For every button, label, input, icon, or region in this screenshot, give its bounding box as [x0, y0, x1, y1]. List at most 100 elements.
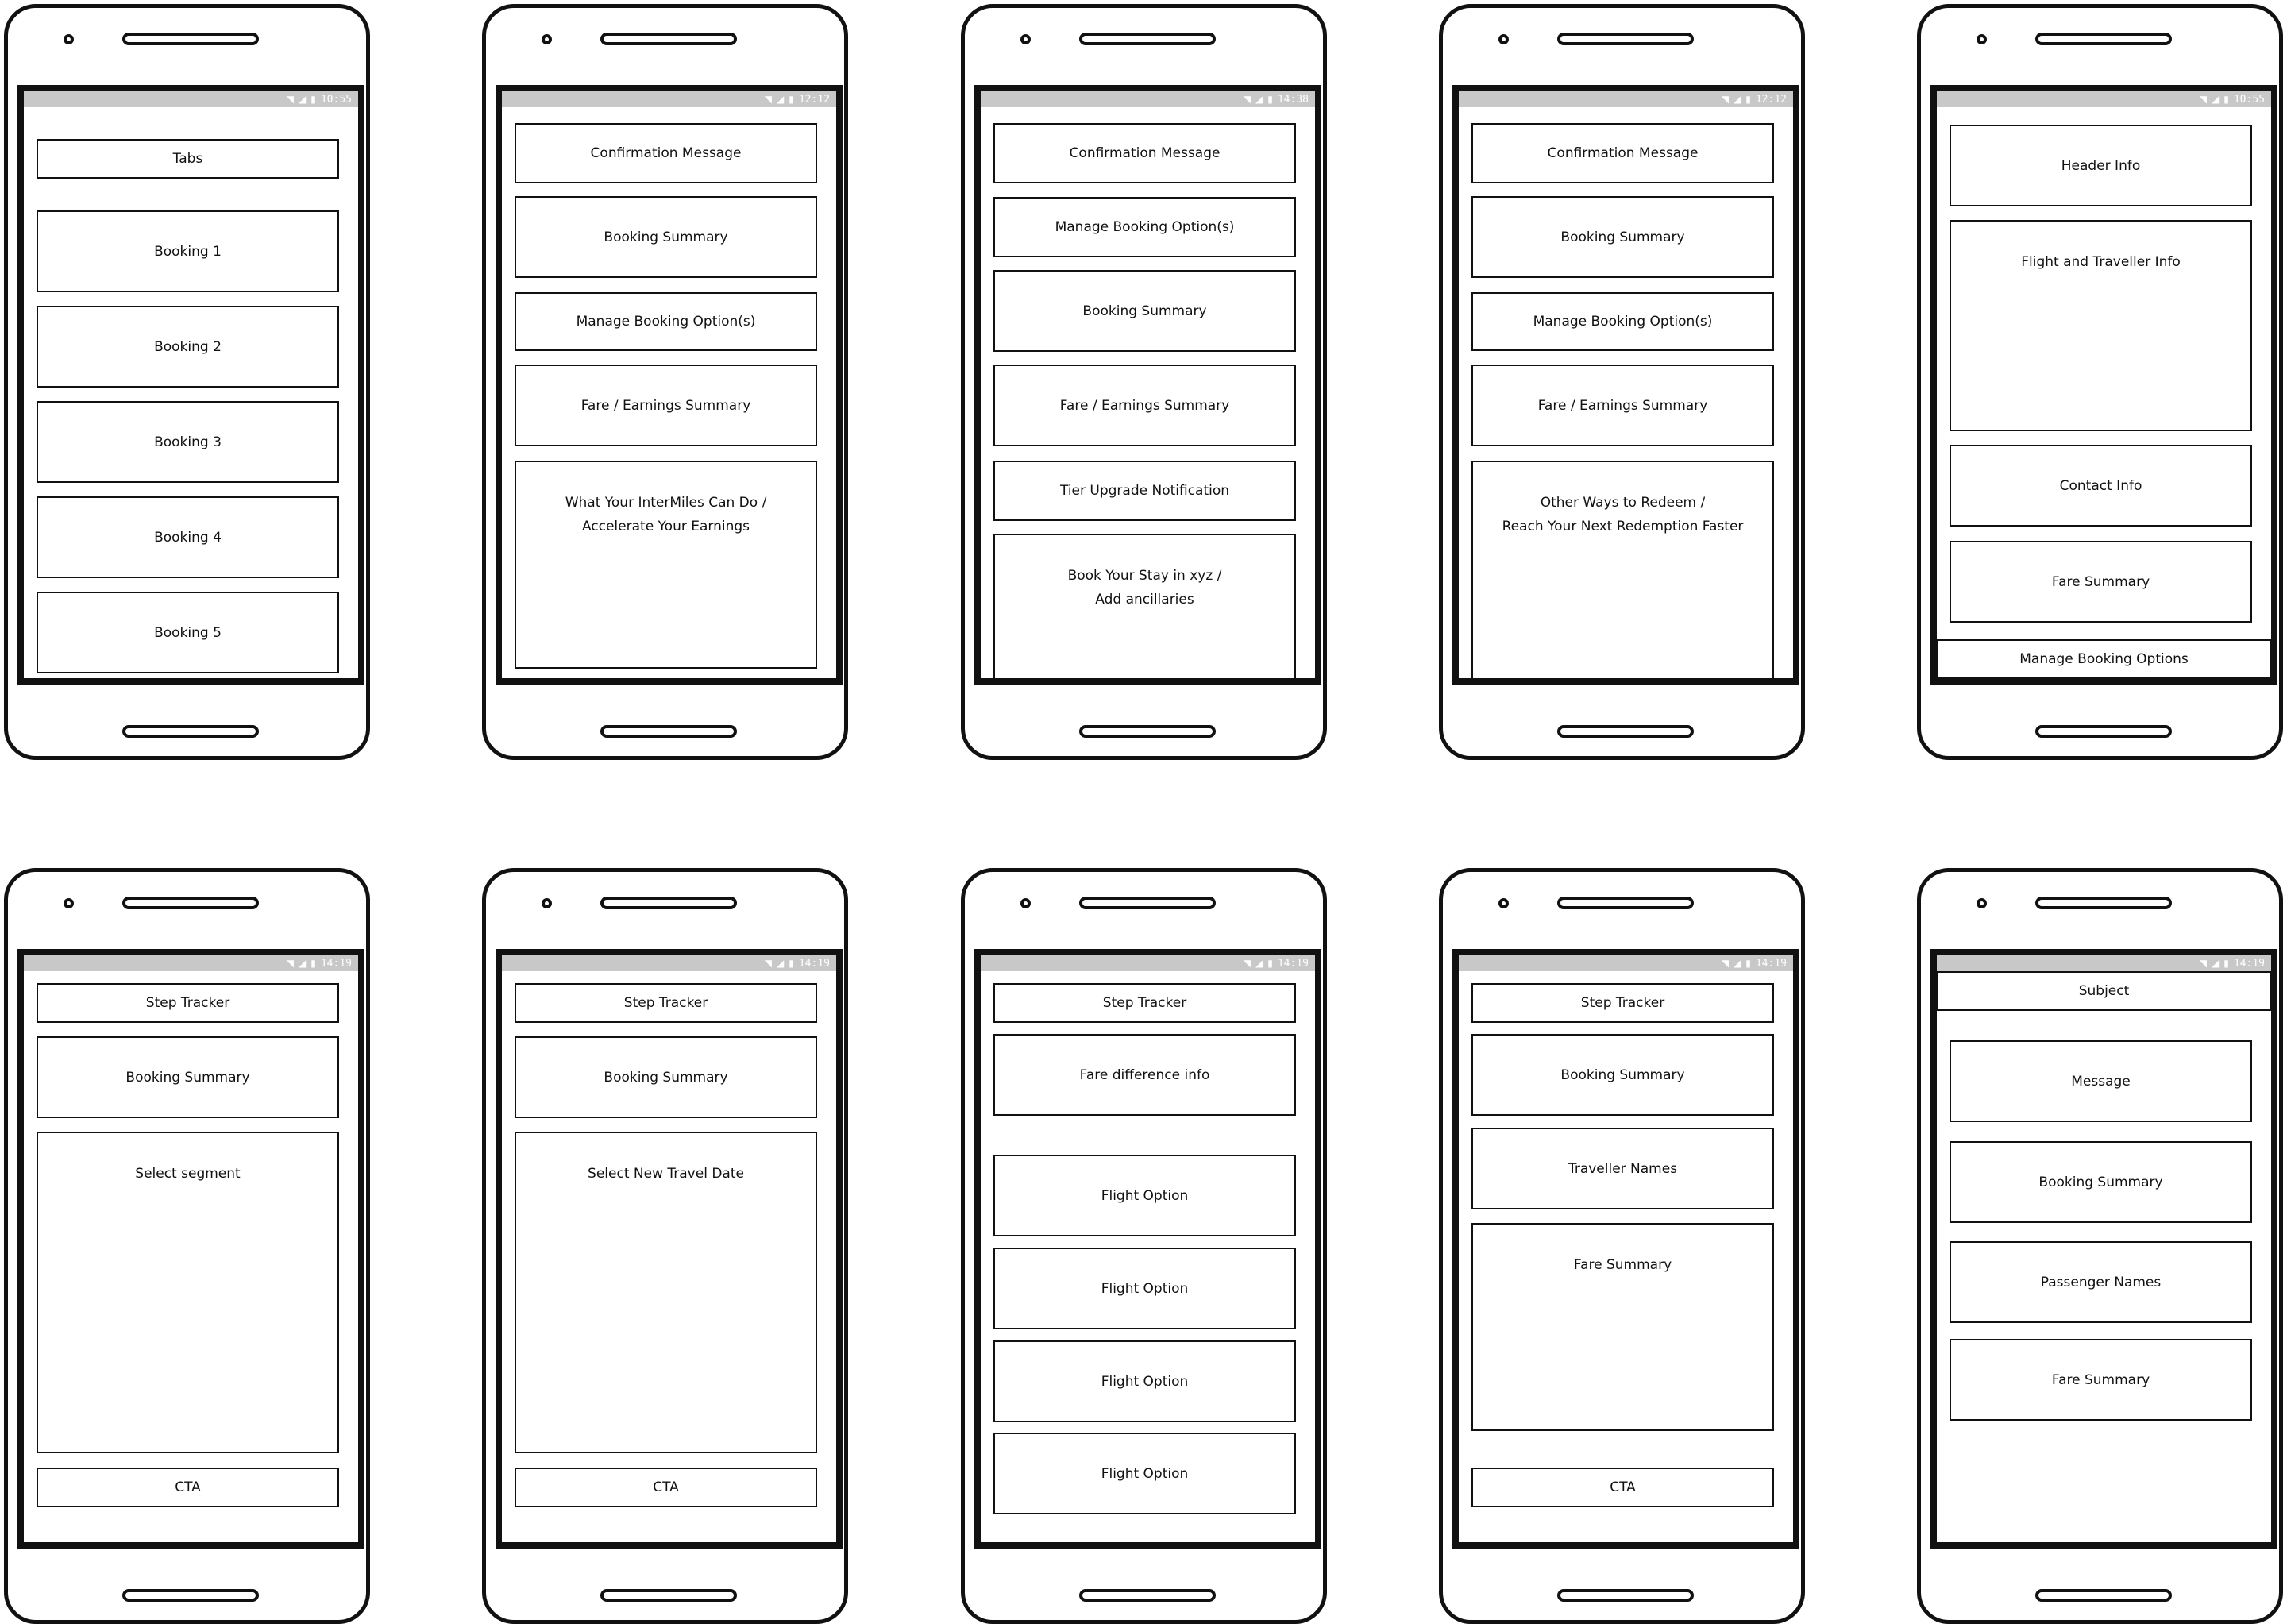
battery-icon: ▮	[1745, 94, 1751, 105]
battery-icon: ▮	[1745, 958, 1751, 969]
status-bar: ◥ ◢ ▮ 14:19	[1459, 955, 1793, 971]
wifi-icon: ◥	[1721, 94, 1730, 105]
battery-icon: ▮	[789, 958, 794, 969]
contact-info-block: Contact Info	[1950, 445, 2252, 527]
book-stay-ancillaries-block[interactable]: Book Your Stay in xyz / Add ancillaries	[993, 534, 1296, 678]
status-time: 12:12	[1755, 93, 1787, 106]
signal-icon: ◢	[1734, 94, 1741, 105]
wifi-icon: ◥	[286, 958, 295, 969]
intermiles-promo-block: What Your InterMiles Can Do / Accelerate…	[515, 461, 817, 669]
phone-screen: ◥ ◢ ▮ 14:19 Step Tracker Booking Summary…	[496, 949, 843, 1549]
wireframe-phone-8: ◥ ◢ ▮ 14:19 Step Tracker Fare difference…	[961, 868, 1327, 1624]
camera-icon	[64, 34, 74, 44]
home-button	[2035, 1589, 2172, 1602]
traveller-names-block: Traveller Names	[1471, 1128, 1774, 1209]
camera-icon	[1498, 898, 1509, 908]
manage-booking-options-block[interactable]: Manage Booking Option(s)	[515, 292, 817, 351]
select-segment-block[interactable]: Select segment	[37, 1132, 339, 1453]
manage-booking-options-bar[interactable]: Manage Booking Options	[1937, 639, 2271, 678]
signal-icon: ◢	[299, 958, 307, 969]
phone-screen: ◥ ◢ ▮ 12:12 Confirmation Message Booking…	[496, 85, 843, 685]
status-bar: ◥ ◢ ▮ 14:38	[981, 91, 1315, 107]
signal-icon: ◢	[1734, 958, 1741, 969]
booking-card[interactable]: Booking 5	[37, 592, 339, 673]
camera-icon	[1498, 34, 1509, 44]
booking-card[interactable]: Booking 1	[37, 210, 339, 292]
battery-icon: ▮	[310, 94, 316, 105]
phone-screen: ◥ ◢ ▮ 14:38 Confirmation Message Manage …	[974, 85, 1321, 685]
subject-bar: Subject	[1937, 971, 2271, 1011]
tier-upgrade-notification-block: Tier Upgrade Notification	[993, 461, 1296, 521]
fare-earnings-summary-block: Fare / Earnings Summary	[515, 365, 817, 446]
camera-icon	[542, 34, 552, 44]
status-bar: ◥ ◢ ▮ 10:55	[24, 91, 358, 107]
fare-earnings-summary-block: Fare / Earnings Summary	[1471, 365, 1774, 446]
wireframe-phone-3: ◥ ◢ ▮ 14:38 Confirmation Message Manage …	[961, 4, 1327, 760]
wireframe-phone-1: ◥ ◢ ▮ 10:55 Tabs Booking 1 Booking 2 Boo…	[4, 4, 370, 760]
status-time: 10:55	[320, 93, 352, 106]
phone-screen: ◥ ◢ ▮ 14:19 Step Tracker Fare difference…	[974, 949, 1321, 1549]
home-button	[1079, 725, 1216, 738]
booking-summary-block: Booking Summary	[515, 196, 817, 278]
select-travel-date-block[interactable]: Select New Travel Date	[515, 1132, 817, 1453]
signal-icon: ◢	[299, 94, 307, 105]
signal-icon: ◢	[1255, 94, 1263, 105]
speaker-icon	[1079, 33, 1216, 45]
status-time: 14:19	[2233, 957, 2265, 970]
booking-summary-block: Booking Summary	[993, 270, 1296, 352]
step-tracker-block: Step Tracker	[993, 983, 1296, 1023]
cta-button[interactable]: CTA	[1471, 1468, 1774, 1507]
step-tracker-block: Step Tracker	[37, 983, 339, 1023]
manage-booking-options-block[interactable]: Manage Booking Option(s)	[993, 197, 1296, 257]
home-button	[122, 725, 259, 738]
booking-card[interactable]: Booking 2	[37, 306, 339, 388]
home-button	[1557, 1589, 1694, 1602]
booking-card[interactable]: Booking 4	[37, 496, 339, 578]
phone-screen: ◥ ◢ ▮ 10:55 Tabs Booking 1 Booking 2 Boo…	[17, 85, 364, 685]
booking-summary-block: Booking Summary	[1471, 196, 1774, 278]
fare-difference-block: Fare difference info	[993, 1034, 1296, 1116]
signal-icon: ◢	[777, 958, 785, 969]
home-button	[1079, 1589, 1216, 1602]
wifi-icon: ◥	[1243, 94, 1251, 105]
flight-option-card[interactable]: Flight Option	[993, 1340, 1296, 1422]
manage-booking-options-block[interactable]: Manage Booking Option(s)	[1471, 292, 1774, 351]
header-info-block: Header Info	[1950, 125, 2252, 206]
status-bar: ◥ ◢ ▮ 14:19	[502, 955, 836, 971]
tabs-block[interactable]: Tabs	[37, 139, 339, 179]
speaker-icon	[2035, 897, 2172, 909]
passenger-names-block: Passenger Names	[1950, 1241, 2252, 1323]
camera-icon	[1977, 898, 1987, 908]
wifi-icon: ◥	[286, 94, 295, 105]
cta-button[interactable]: CTA	[515, 1468, 817, 1507]
wireframe-phone-10: ◥ ◢ ▮ 14:19 Subject Message Booking Summ…	[1917, 868, 2283, 1624]
status-bar: ◥ ◢ ▮ 14:19	[1937, 955, 2271, 971]
booking-card[interactable]: Booking 3	[37, 401, 339, 483]
signal-icon: ◢	[2212, 958, 2220, 969]
fare-earnings-summary-block: Fare / Earnings Summary	[993, 365, 1296, 446]
phone-screen: ◥ ◢ ▮ 10:55 Header Info Flight and Trave…	[1930, 85, 2277, 685]
status-time: 12:12	[798, 93, 830, 106]
cta-button[interactable]: CTA	[37, 1468, 339, 1507]
signal-icon: ◢	[1255, 958, 1263, 969]
booking-summary-block: Booking Summary	[1950, 1141, 2252, 1223]
wifi-icon: ◥	[2199, 958, 2208, 969]
battery-icon: ▮	[789, 94, 794, 105]
wifi-icon: ◥	[1721, 958, 1730, 969]
status-time: 14:19	[1755, 957, 1787, 970]
wireframe-phone-9: ◥ ◢ ▮ 14:19 Step Tracker Booking Summary…	[1439, 868, 1805, 1624]
wifi-icon: ◥	[2199, 94, 2208, 105]
flight-option-card[interactable]: Flight Option	[993, 1248, 1296, 1329]
status-time: 14:38	[1277, 93, 1309, 106]
speaker-icon	[1557, 897, 1694, 909]
confirmation-message-block: Confirmation Message	[515, 123, 817, 183]
flight-option-card[interactable]: Flight Option	[993, 1433, 1296, 1514]
speaker-icon	[122, 33, 259, 45]
booking-summary-block: Booking Summary	[515, 1036, 817, 1118]
status-time: 14:19	[1277, 957, 1309, 970]
speaker-icon	[2035, 33, 2172, 45]
battery-icon: ▮	[2223, 958, 2229, 969]
camera-icon	[1977, 34, 1987, 44]
flight-option-card[interactable]: Flight Option	[993, 1155, 1296, 1236]
wireframe-phone-4: ◥ ◢ ▮ 12:12 Confirmation Message Booking…	[1439, 4, 1805, 760]
